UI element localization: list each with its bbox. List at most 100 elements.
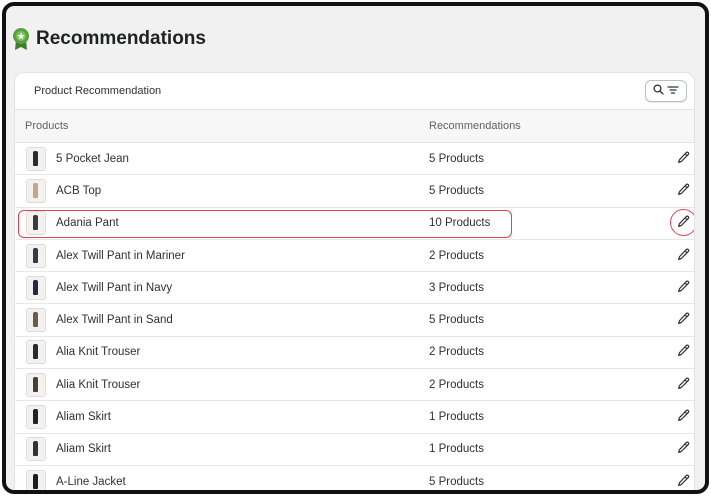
table-row[interactable]: Alia Knit Trouser 2 Products	[15, 369, 694, 402]
product-thumbnail	[26, 275, 46, 300]
edit-button[interactable]	[674, 181, 694, 201]
recommendation-count: 1 Products	[429, 443, 484, 456]
product-thumbnail	[26, 243, 46, 268]
edit-cell	[629, 407, 694, 427]
edit-button[interactable]	[674, 278, 694, 298]
product-thumbnail	[26, 372, 46, 397]
product-name: Alex Twill Pant in Navy	[56, 281, 173, 294]
product-thumbnail	[26, 340, 46, 365]
page-title: Recommendations	[36, 28, 206, 49]
product-name: Aliam Skirt	[56, 443, 111, 456]
edit-cell	[629, 149, 694, 169]
recommendation-count: 2 Products	[429, 378, 484, 391]
product-cell: Alex Twill Pant in Navy	[15, 275, 429, 300]
product-cell: ACB Top	[15, 178, 429, 203]
product-name: A-Line Jacket	[56, 475, 126, 488]
table-row[interactable]: Alex Twill Pant in Sand 5 Products	[15, 304, 694, 337]
product-cell: Alia Knit Trouser	[15, 340, 429, 365]
edit-cell	[629, 278, 694, 298]
table-row[interactable]: A-Line Jacket 5 Products	[15, 466, 694, 490]
product-thumbnail	[26, 211, 46, 236]
product-name: Alex Twill Pant in Mariner	[56, 249, 185, 262]
product-thumbnail	[26, 405, 46, 430]
product-thumbnail	[26, 178, 46, 203]
recommendation-count: 2 Products	[429, 346, 484, 359]
recommendation-count: 5 Products	[429, 475, 484, 488]
column-header-recommendations: Recommendations	[429, 120, 521, 132]
recommendation-count: 10 Products	[429, 217, 491, 230]
table-row[interactable]: Aliam Skirt 1 Products	[15, 434, 694, 466]
filter-lines-icon	[667, 82, 679, 100]
product-name: Adania Pant	[56, 217, 119, 230]
product-cell: Alex Twill Pant in Mariner	[15, 243, 429, 268]
edit-cell	[629, 246, 694, 266]
product-cell: Alia Knit Trouser	[15, 372, 429, 397]
edit-cell	[629, 342, 694, 362]
product-name: Alia Knit Trouser	[56, 378, 141, 391]
pencil-icon	[677, 280, 690, 296]
pencil-icon	[677, 183, 690, 199]
page-header: Recommendations	[12, 24, 206, 54]
recommendation-count: 5 Products	[429, 152, 484, 165]
recommendation-count: 3 Products	[429, 281, 484, 294]
table-row[interactable]: Alex Twill Pant in Mariner 2 Products	[15, 240, 694, 273]
pencil-icon	[677, 344, 690, 360]
pencil-icon	[677, 248, 690, 264]
edit-button[interactable]	[669, 209, 694, 237]
edit-button[interactable]	[674, 375, 694, 395]
table-body: 5 Pocket Jean 5 Products ACB Top 5 Products…	[15, 143, 694, 490]
pencil-icon	[677, 441, 690, 457]
product-name: Aliam Skirt	[56, 411, 111, 424]
table-row[interactable]: Aliam Skirt 1 Products	[15, 401, 694, 434]
product-thumbnail	[26, 437, 46, 462]
search-filter-button[interactable]	[645, 80, 687, 102]
edit-button[interactable]	[674, 310, 694, 330]
table-header: Products Recommendations	[15, 110, 694, 143]
edit-button[interactable]	[674, 439, 694, 459]
table-row[interactable]: 5 Pocket Jean 5 Products	[15, 143, 694, 176]
edit-cell	[629, 472, 694, 490]
pencil-icon	[677, 474, 690, 490]
product-cell: Aliam Skirt	[15, 405, 429, 430]
recommendation-count: 1 Products	[429, 411, 484, 424]
pencil-icon	[677, 215, 690, 231]
edit-button[interactable]	[674, 472, 694, 490]
pencil-icon	[677, 409, 690, 425]
product-cell: Adania Pant	[15, 211, 429, 236]
product-cell: A-Line Jacket	[15, 469, 429, 490]
product-cell: Alex Twill Pant in Sand	[15, 308, 429, 333]
product-cell: Aliam Skirt	[15, 437, 429, 462]
product-recommendation-card: Product Recommendation Products Recommen…	[14, 72, 695, 490]
table-row[interactable]: Alia Knit Trouser 2 Products	[15, 337, 694, 370]
product-thumbnail	[26, 146, 46, 171]
product-name: Alia Knit Trouser	[56, 346, 141, 359]
product-name: 5 Pocket Jean	[56, 152, 129, 165]
recommendation-count: 5 Products	[429, 184, 484, 197]
edit-cell	[629, 310, 694, 330]
recommendation-count: 5 Products	[429, 314, 484, 327]
app-window: Recommendations Product Recommendation P…	[2, 2, 709, 494]
pencil-icon	[677, 312, 690, 328]
edit-button[interactable]	[674, 342, 694, 362]
product-name: ACB Top	[56, 184, 102, 197]
recommendation-count: 2 Products	[429, 249, 484, 262]
table-row[interactable]: Adania Pant 10 Products	[15, 208, 694, 240]
edit-cell	[629, 375, 694, 395]
edit-button[interactable]	[674, 407, 694, 427]
product-name: Alex Twill Pant in Sand	[56, 314, 173, 327]
pencil-icon	[677, 377, 690, 393]
card-header: Product Recommendation	[15, 73, 694, 110]
pencil-icon	[677, 151, 690, 167]
edit-cell	[629, 181, 694, 201]
product-cell: 5 Pocket Jean	[15, 146, 429, 171]
product-thumbnail	[26, 308, 46, 333]
card-title: Product Recommendation	[34, 85, 162, 97]
product-thumbnail	[26, 469, 46, 490]
column-header-products: Products	[25, 120, 69, 132]
edit-button[interactable]	[674, 246, 694, 266]
edit-cell	[629, 439, 694, 459]
table-row[interactable]: Alex Twill Pant in Navy 3 Products	[15, 272, 694, 305]
edit-cell	[629, 209, 694, 237]
edit-button[interactable]	[674, 149, 694, 169]
table-row[interactable]: ACB Top 5 Products	[15, 175, 694, 208]
